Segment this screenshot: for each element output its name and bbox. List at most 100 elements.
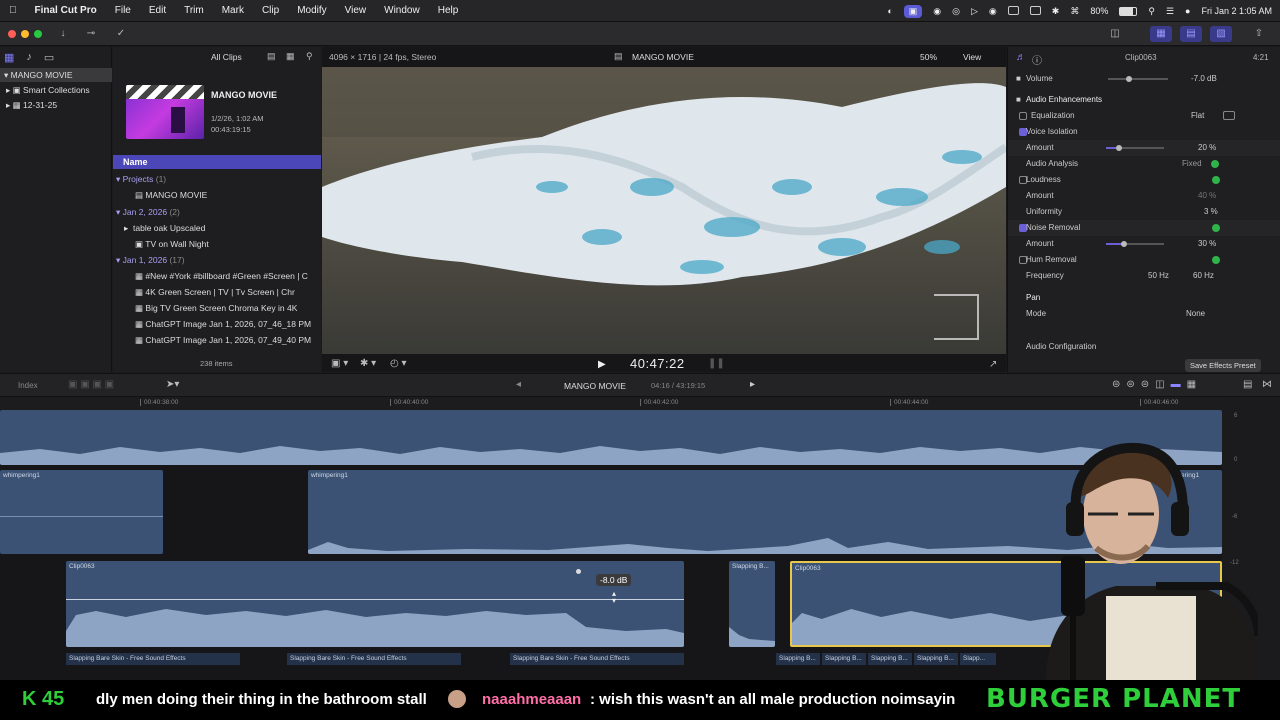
menu-modify[interactable]: Modify [288,5,335,16]
control-center-icon[interactable]: ☰ [1166,6,1174,17]
photos-audio-icon[interactable]: ♪ [26,51,32,64]
select-tool-icon[interactable]: ➤▾ [166,379,179,390]
menu-view[interactable]: View [336,5,376,16]
whimpering-clip[interactable]: whimpering1 [0,470,163,554]
audio-config-row[interactable]: Audio Configuration [1008,339,1280,355]
keyframe-dot[interactable] [576,569,581,574]
speed-tool-icon[interactable]: ◴ ▾ [390,358,407,369]
volume-knob[interactable] [1126,76,1132,82]
transform-tool-icon[interactable]: ▣ ▾ [331,358,348,369]
frequency-50-radio[interactable]: 50 Hz [1148,268,1169,284]
group-projects[interactable]: ▾ Projects (1) [116,172,166,186]
volume-drag-handle-icon[interactable]: ▴ ▾ [612,590,616,605]
volume-value[interactable]: -7.0 dB [1191,71,1217,87]
volume-line[interactable] [66,599,684,600]
group-jan-2[interactable]: ▾ Jan 2, 2026 (2) [116,205,180,219]
list-item[interactable]: ▦ ChatGPT Image Jan 1, 2026, 07_46_18 PM [135,317,321,331]
project-thumbnail[interactable] [126,85,204,139]
battery-label[interactable]: 80% [1090,6,1108,16]
sfx-clip[interactable]: Slapping Bare Skin - Free Sound Effects [66,653,240,665]
clip-appearance-icon[interactable]: ▤ [1243,379,1252,390]
list-view-icon[interactable]: ▦ [286,51,295,62]
minimize-window-button[interactable] [21,30,29,38]
timeline-view-icons[interactable]: ⊜⊜⊜◫▬▦ [1112,379,1202,390]
share-button[interactable]: ◫ [1104,26,1126,42]
save-effects-preset-button[interactable]: Save Effects Preset [1185,359,1261,372]
menu-window[interactable]: Window [375,5,429,16]
zoom-window-button[interactable] [34,30,42,38]
share-export-button[interactable]: ⇧ [1248,26,1270,42]
screen-share-icon[interactable]: ▣ [903,4,923,18]
status-icon[interactable]: ◉ [933,6,941,17]
menu-help[interactable]: Help [429,5,468,16]
bluetooth-icon[interactable]: ✱ [1052,6,1060,17]
eq-graph-icon[interactable] [1223,111,1235,120]
audio-enhancements-header[interactable]: ■ Audio Enhancements [1008,92,1280,108]
menu-file[interactable]: File [106,5,140,16]
back-arrow-icon[interactable]: ◂ [516,379,521,390]
sfx-clip[interactable]: Slapping B... [822,653,866,665]
group-jan-1[interactable]: ▾ Jan 1, 2026 (17) [116,253,185,267]
noise-amount-knob[interactable] [1121,241,1127,247]
list-item[interactable]: ▣ TV on Wall Night [135,237,209,251]
forward-arrow-icon[interactable]: ▸ [750,379,755,390]
status-icon[interactable]: ◐ [887,6,892,16]
enhance-tool-icon[interactable]: ✱ ▾ [360,358,376,369]
voice-amount-slider[interactable] [1106,147,1164,149]
equalization-checkbox[interactable] [1019,112,1027,120]
column-header-name[interactable]: Name [113,155,321,169]
record-icon[interactable]: ◉ [989,6,997,17]
info-inspector-icon[interactable]: ⓘ [1032,52,1042,67]
library-item-event[interactable]: ▸ ▦ 12-31-25 [0,98,57,112]
edit-tools-icon[interactable]: ▣ ▣ ▣ ▣ [68,379,114,390]
voice-amount-value[interactable]: 20 % [1198,140,1216,156]
libraries-icon[interactable]: ▦ [4,51,14,64]
play-icon[interactable]: ▷ [971,6,978,17]
menu-trim[interactable]: Trim [175,5,213,16]
dialog-clip[interactable]: Clip0063 [66,561,684,647]
timecode-display[interactable]: 40:47:22 [630,356,685,371]
background-tasks-button[interactable]: ✓ [110,26,132,42]
list-item[interactable]: ▦ Big TV Green Screen Chroma Key in 4K [135,301,321,315]
sfx-clip[interactable]: Slapping B... [776,653,820,665]
audio-inspector-icon[interactable]: ♬ [1016,52,1026,63]
import-button[interactable]: ↓ [52,26,74,42]
display-icon[interactable] [1007,5,1019,17]
close-window-button[interactable] [8,30,16,38]
library-toggle-icon[interactable]: ▦ [1150,26,1172,42]
list-item[interactable]: ▦ ChatGPT Image Jan 1, 2026, 07_49_40 PM [135,333,321,347]
timeline-index-button[interactable]: Index [18,381,38,390]
titles-icon[interactable]: ▭ [44,51,54,64]
sfx-clip[interactable]: Slapping Bare Skin - Free Sound Effects [287,653,461,665]
voice-amount-knob[interactable] [1116,145,1122,151]
message-icon[interactable] [1029,5,1041,17]
sfx-clip[interactable]: Slapping B... [868,653,912,665]
keyword-button[interactable]: ⊸ [80,26,102,42]
filmstrip-view-icon[interactable]: ▤ [267,51,276,62]
inspector-toggle-icon[interactable]: ▧ [1210,26,1232,42]
search-icon[interactable]: ⚲ [1148,6,1155,17]
equalization-dropdown[interactable]: Flat [1191,108,1204,124]
clock[interactable]: Fri Jan 2 1:05 AM [1201,6,1272,16]
sfx-clip[interactable]: Slapp... [960,653,996,665]
pan-header[interactable]: Pan [1008,290,1280,306]
frequency-60-radio[interactable]: 60 Hz [1193,268,1214,284]
pan-mode-dropdown[interactable]: None [1186,306,1205,322]
fullscreen-icon[interactable]: ↗ [989,359,997,370]
clip-filter-dropdown[interactable]: All Clips [211,52,242,62]
uniformity-value[interactable]: 3 % [1204,204,1218,220]
effects-browser-icon[interactable]: ⋈ [1262,379,1272,390]
apple-icon[interactable]:  [0,5,26,16]
library-item-mango-movie[interactable]: ▾ MANGO MOVIE [0,68,112,82]
list-item[interactable]: ▦ #New #York #billboard #Green #Screen |… [135,269,321,283]
video-frame[interactable] [322,67,1006,354]
library-item-smart-collections[interactable]: ▸ ▣ Smart Collections [0,83,90,97]
list-item[interactable]: ▸ table oak Upscaled [124,221,205,235]
sfx-clip[interactable]: Slapping B... [729,561,775,647]
wifi-icon[interactable]: ⌘ [1070,6,1079,17]
volume-slider[interactable] [1108,78,1168,80]
play-button[interactable]: ▶ [598,359,606,370]
timeline-toggle-icon[interactable]: ▤ [1180,26,1202,42]
menu-mark[interactable]: Mark [213,5,253,16]
noise-amount-value[interactable]: 30 % [1198,236,1216,252]
